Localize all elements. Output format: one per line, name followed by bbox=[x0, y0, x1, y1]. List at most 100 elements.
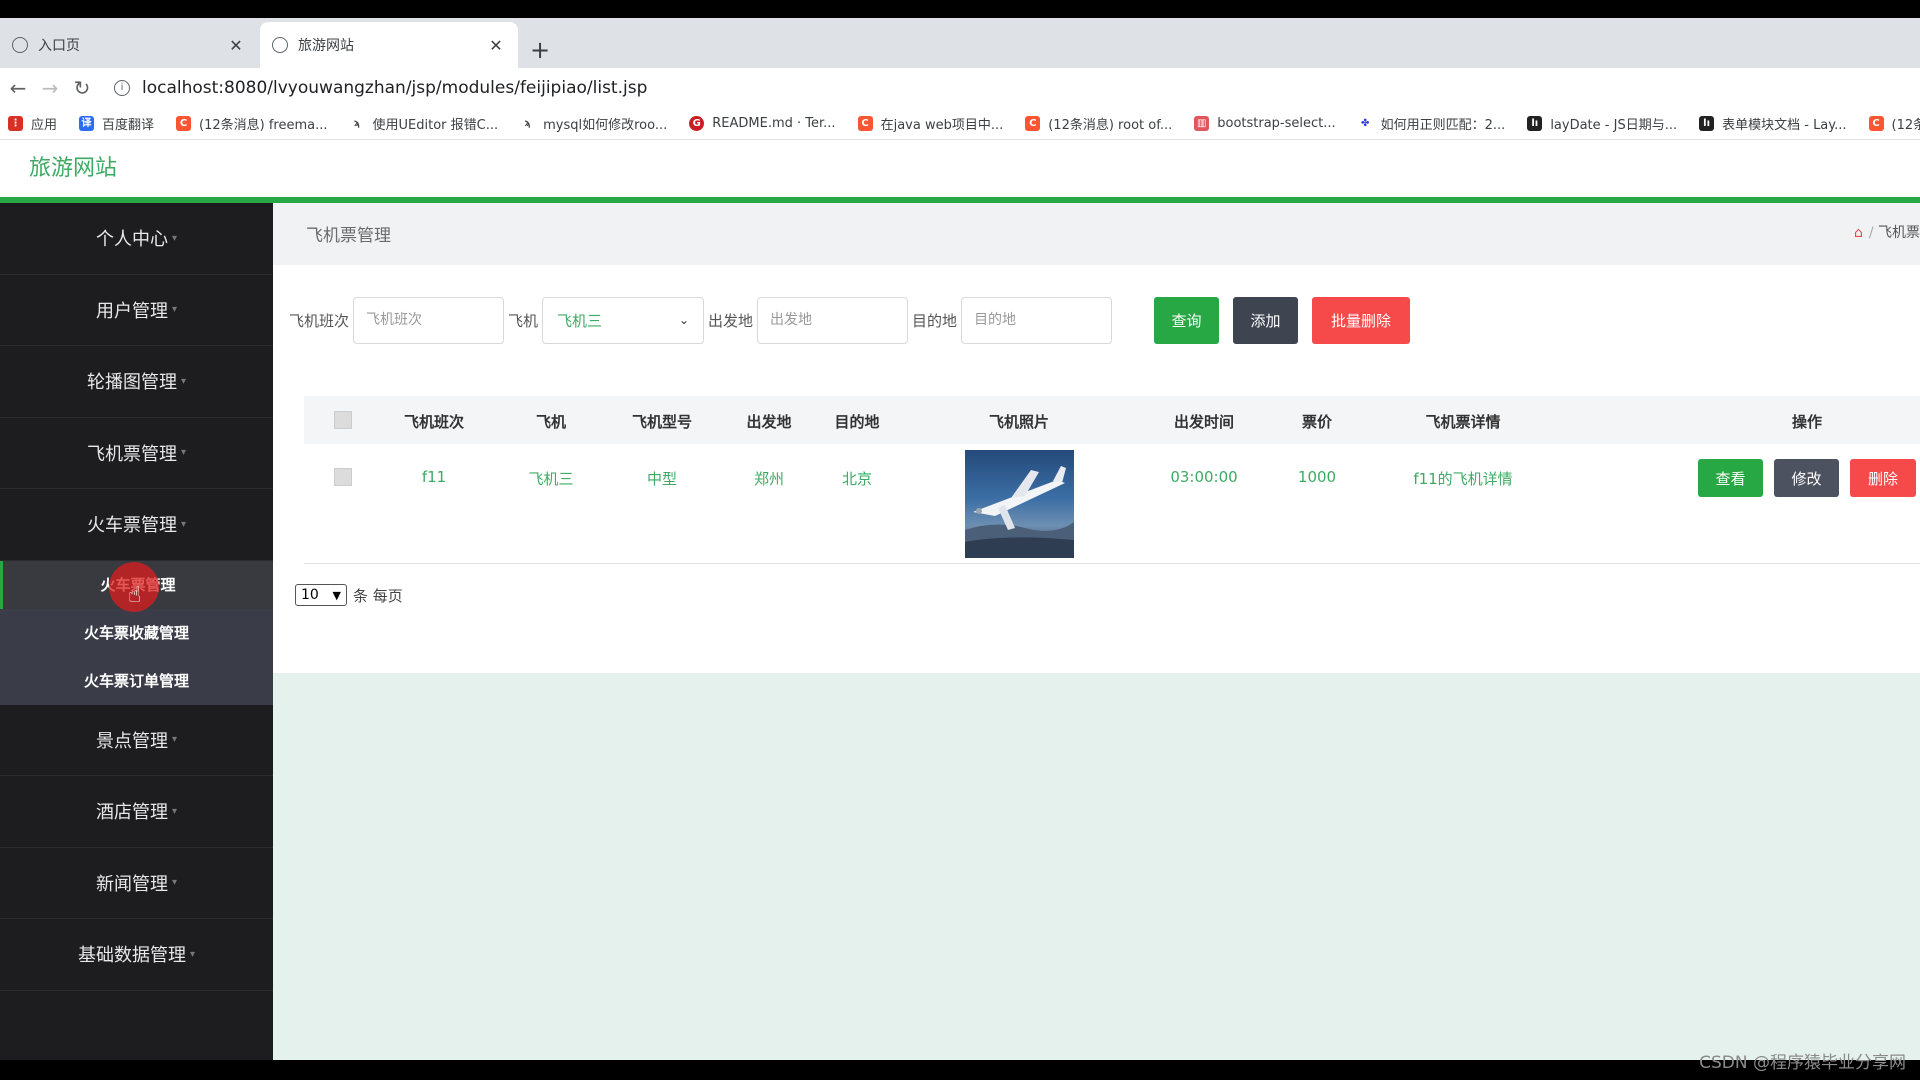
pagination: 10 ▼ 条 每页 bbox=[295, 584, 403, 606]
chevron-down-icon: ▼ bbox=[332, 588, 341, 602]
search-button[interactable]: 查询 bbox=[1154, 296, 1220, 344]
forward-arrow-icon[interactable]: → bbox=[36, 76, 64, 100]
sidebar-item-users[interactable]: 用户管理 ▾ bbox=[0, 275, 273, 346]
edit-button[interactable]: 修改 bbox=[1774, 459, 1839, 497]
cell-price: 1000 bbox=[1297, 468, 1337, 486]
caret-down-icon: ▾ bbox=[180, 447, 187, 459]
sidebar: 个人中心▾ 用户管理▾ 轮播图管理▾ 飞机票管理▾ 火车票管理▾ 火车票管理 火… bbox=[0, 203, 273, 1060]
sidebar-item-plane-tickets[interactable]: 飞机票管理 ▾ bbox=[0, 418, 273, 489]
cell-model: 中型 bbox=[646, 470, 678, 488]
plane-label: 飞机 bbox=[508, 311, 539, 330]
back-arrow-icon[interactable]: ← bbox=[4, 76, 32, 100]
airplane-photo bbox=[965, 450, 1074, 558]
cell-flight-no: f11 bbox=[421, 468, 447, 486]
shield-icon bbox=[272, 37, 288, 53]
column-header: 出发时间 bbox=[1173, 413, 1235, 431]
delete-button[interactable]: 删除 bbox=[1850, 459, 1916, 497]
dest-label: 目的地 bbox=[912, 311, 958, 330]
view-button[interactable]: 查看 bbox=[1698, 459, 1763, 497]
bookmark-item[interactable]: ✤ 如何用正则匹配：2... bbox=[1357, 114, 1505, 133]
sidebar-item-news[interactable]: 新闻管理 ▾ bbox=[0, 848, 273, 919]
sidebar-item-attractions[interactable]: 景点管理 ▾ bbox=[0, 705, 273, 776]
info-icon[interactable]: i bbox=[114, 80, 130, 96]
url-text: localhost:8080/lvyouwangzhan/jsp/modules… bbox=[142, 78, 648, 98]
flight-no-input[interactable] bbox=[353, 296, 505, 344]
browser-tab-entry[interactable]: 入口页 ✕ bbox=[0, 22, 258, 68]
csdn-icon: C bbox=[857, 116, 873, 131]
batch-delete-button[interactable]: 批量删除 bbox=[1312, 296, 1411, 344]
csdn-icon: C bbox=[1868, 116, 1884, 131]
bookmark-item[interactable]: C (12条消息) freema... bbox=[176, 114, 328, 133]
origin-input[interactable] bbox=[757, 296, 909, 344]
caret-down-icon: ▾ bbox=[189, 948, 196, 960]
dest-input[interactable] bbox=[961, 296, 1113, 344]
column-header: 飞机 bbox=[535, 413, 567, 431]
sidebar-item-carousel[interactable]: 轮播图管理 ▾ bbox=[0, 346, 273, 418]
bookmark-item[interactable]: ⋮ 应用 bbox=[8, 114, 57, 133]
row-checkbox[interactable] bbox=[334, 468, 352, 486]
browser-tab-travel[interactable]: 旅游网站 ✕ bbox=[260, 22, 518, 68]
sidebar-item-hotels[interactable]: 酒店管理 ▾ bbox=[0, 776, 273, 848]
table-header: 飞机班次 飞机 飞机型号 出发地 目的地 飞机照片 出发时间 票价 飞机票详情 … bbox=[304, 396, 1920, 444]
screen-bottom-border bbox=[0, 1060, 1920, 1080]
cell-detail: f11的飞机详情 bbox=[1413, 470, 1513, 488]
plane-select[interactable]: 飞机三 ⌄ bbox=[542, 296, 705, 344]
breadcrumb-current: 飞机票 bbox=[1878, 225, 1920, 241]
page-size-value: 10 bbox=[301, 587, 319, 603]
bookmark-item[interactable]: G README.md · Ter... bbox=[689, 116, 836, 131]
cell-dest: 北京 bbox=[841, 470, 873, 488]
submenu-item-train-orders[interactable]: 火车票订单管理 bbox=[0, 657, 273, 705]
sidebar-item-profile[interactable]: 个人中心 ▾ bbox=[0, 203, 273, 275]
bookmark-item[interactable]: C (12条消息) root of... bbox=[1025, 114, 1172, 133]
new-tab-plus-icon[interactable]: + bbox=[530, 36, 550, 64]
sidebar-item-base-data[interactable]: 基础数据管理 ▾ bbox=[0, 919, 273, 991]
bookmark-item[interactable]: ϡ mysql如何修改roo... bbox=[520, 114, 667, 133]
sidebar-item-train-tickets[interactable]: 火车票管理 ▾ bbox=[0, 489, 273, 561]
bookmark-item[interactable]: ▥ bootstrap-select... bbox=[1194, 116, 1336, 131]
submenu-item-train-favorites[interactable]: 火车票收藏管理 bbox=[0, 609, 273, 657]
flight-no-label: 飞机班次 bbox=[289, 311, 350, 330]
bookmark-item[interactable]: 译百度翻译 bbox=[79, 114, 154, 133]
csdn-icon: C bbox=[1025, 116, 1041, 131]
column-header: 飞机班次 bbox=[403, 413, 465, 431]
close-icon[interactable]: ✕ bbox=[486, 36, 506, 55]
app-header: 旅游网站 bbox=[0, 140, 1920, 197]
browser-toolbar: ← → ↻ i localhost:8080/lvyouwangzhan/jsp… bbox=[0, 68, 1920, 108]
breadcrumb: ⌂ / 飞机票 bbox=[1854, 222, 1920, 242]
caret-down-icon: ▾ bbox=[180, 375, 187, 387]
screen-top-border bbox=[0, 0, 1920, 18]
bookmark-item[interactable]: C(12条消息 bbox=[1868, 114, 1920, 133]
column-header: 飞机型号 bbox=[631, 413, 693, 431]
content-panel: 飞机票管理 ⌂ / 飞机票 飞机班次 飞机 飞机三 ⌄ 出发地 目的地 查询 添加 bbox=[273, 203, 1920, 673]
column-header: 出发地 bbox=[746, 413, 792, 431]
breadcrumb-separator: / bbox=[1868, 225, 1878, 241]
cell-depart-time: 03:00:00 bbox=[1170, 468, 1238, 486]
column-header: 票价 bbox=[1301, 413, 1333, 431]
bookmark-item[interactable]: C 在java web项目中... bbox=[857, 114, 1003, 133]
screen: 入口页 ✕ 旅游网站 ✕ + ← → ↻ i localhost:8080/lv… bbox=[0, 0, 1920, 1080]
browser-tab-bar: 入口页 ✕ 旅游网站 ✕ + bbox=[0, 18, 1920, 68]
origin-label: 出发地 bbox=[708, 311, 754, 330]
page-size-select[interactable]: 10 ▼ bbox=[295, 584, 347, 606]
bookmark-item[interactable]: lı layDate - JS日期与... bbox=[1527, 114, 1677, 133]
address-bar[interactable]: i localhost:8080/lvyouwangzhan/jsp/modul… bbox=[114, 73, 1920, 103]
layui-icon: lı bbox=[1699, 116, 1715, 131]
add-button[interactable]: 添加 bbox=[1233, 296, 1299, 344]
watermark: CSDN @程序猿毕业分享网 bbox=[1699, 1053, 1906, 1073]
app-title: 旅游网站 bbox=[29, 156, 118, 181]
cell-origin: 郑州 bbox=[753, 470, 785, 488]
caret-down-icon: ▾ bbox=[180, 518, 187, 530]
select-all-checkbox[interactable] bbox=[334, 411, 352, 429]
caret-down-icon: ▾ bbox=[171, 734, 178, 746]
bookmark-item[interactable]: ϡ 使用UEditor 报错C... bbox=[349, 114, 498, 133]
home-icon[interactable]: ⌂ bbox=[1854, 225, 1863, 241]
close-icon[interactable]: ✕ bbox=[226, 36, 246, 55]
gitee-icon: G bbox=[689, 116, 705, 131]
apps-grid-icon: ⋮ bbox=[8, 116, 23, 131]
caret-down-icon: ▾ bbox=[171, 877, 178, 889]
hand-pointer-icon: ☝ bbox=[128, 583, 142, 608]
bookmark-item[interactable]: lı 表单模块文档 - Lay... bbox=[1699, 114, 1847, 133]
reload-icon[interactable]: ↻ bbox=[68, 76, 96, 100]
bird-icon: ϡ bbox=[520, 116, 536, 131]
column-header: 飞机票详情 bbox=[1425, 413, 1501, 431]
